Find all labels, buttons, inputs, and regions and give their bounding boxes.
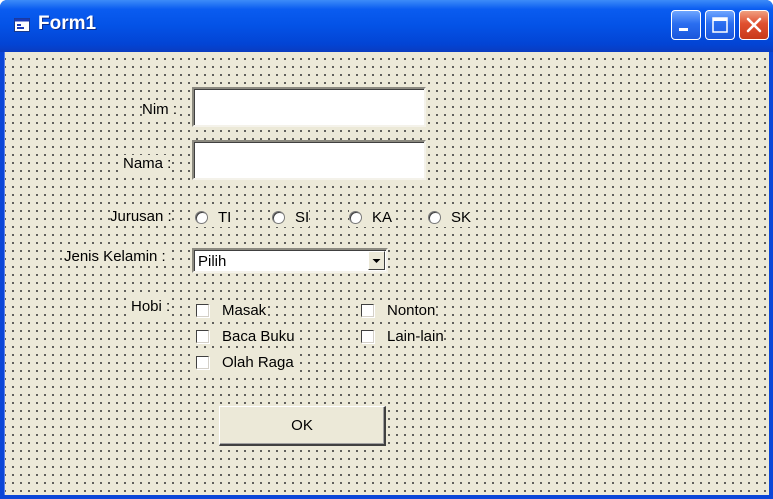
hobi-label: Hobi :: [131, 298, 171, 316]
form-window-icon: [14, 18, 30, 32]
nim-label: Nim :: [142, 101, 177, 119]
close-button[interactable]: [739, 10, 769, 40]
nama-input[interactable]: [192, 140, 426, 180]
checkbox-hobi-olah-raga[interactable]: Olah Raga: [196, 352, 294, 372]
radio-button[interactable]: [272, 210, 285, 224]
minimize-icon: [679, 28, 688, 31]
radio-jurusan-sk[interactable]: SK: [428, 207, 472, 227]
dropdown-selected-value: Pilih: [198, 253, 227, 270]
radio-button[interactable]: [428, 210, 441, 224]
radio-jurusan-ti[interactable]: TI: [195, 207, 232, 227]
checkbox[interactable]: [361, 303, 374, 317]
checkbox[interactable]: [196, 329, 209, 343]
radio-button[interactable]: [195, 210, 208, 224]
checkbox-label: Olah Raga: [222, 353, 294, 371]
window-title: Form1: [38, 13, 97, 34]
checkbox-label: Nonton: [387, 301, 436, 319]
maximize-icon: [712, 17, 728, 33]
radio-label: SK: [451, 208, 472, 226]
checkbox-label: Masak: [222, 301, 267, 319]
jenis-kelamin-label: Jenis Kelamin :: [64, 248, 166, 266]
checkbox-hobi-baca-buku[interactable]: Baca Buku: [196, 326, 295, 346]
radio-button[interactable]: [349, 210, 362, 224]
radio-jurusan-ka[interactable]: KA: [349, 207, 393, 227]
radio-label: TI: [218, 208, 232, 226]
chevron-down-icon: [372, 259, 381, 263]
maximize-button[interactable]: [705, 10, 735, 40]
ok-button[interactable]: OK: [219, 406, 386, 446]
nim-input[interactable]: [192, 87, 426, 127]
nama-label: Nama :: [123, 155, 172, 173]
minimize-button[interactable]: [671, 10, 701, 40]
radio-label: SI: [295, 208, 310, 226]
radio-label: KA: [372, 208, 393, 226]
checkbox-hobi-nonton[interactable]: Nonton: [361, 300, 436, 320]
checkbox[interactable]: [196, 303, 209, 317]
title-bar[interactable]: Form1: [0, 0, 773, 52]
jenis-kelamin-dropdown[interactable]: Pilih: [192, 248, 388, 273]
form1-window: Form1 Nim : Nama : Jurusan : TI SI KA SK…: [0, 0, 773, 499]
checkbox-hobi-lain-lain[interactable]: Lain-lain: [361, 326, 444, 346]
checkbox[interactable]: [196, 355, 209, 369]
close-icon: [746, 17, 762, 33]
jurusan-label: Jurusan :: [110, 208, 172, 226]
dropdown-button[interactable]: [368, 251, 385, 270]
form-client-area: Nim : Nama : Jurusan : TI SI KA SK Jenis…: [4, 52, 769, 495]
checkbox-label: Lain-lain: [387, 327, 444, 345]
radio-jurusan-si[interactable]: SI: [272, 207, 310, 227]
checkbox-hobi-masak[interactable]: Masak: [196, 300, 267, 320]
checkbox[interactable]: [361, 329, 374, 343]
checkbox-label: Baca Buku: [222, 327, 295, 345]
